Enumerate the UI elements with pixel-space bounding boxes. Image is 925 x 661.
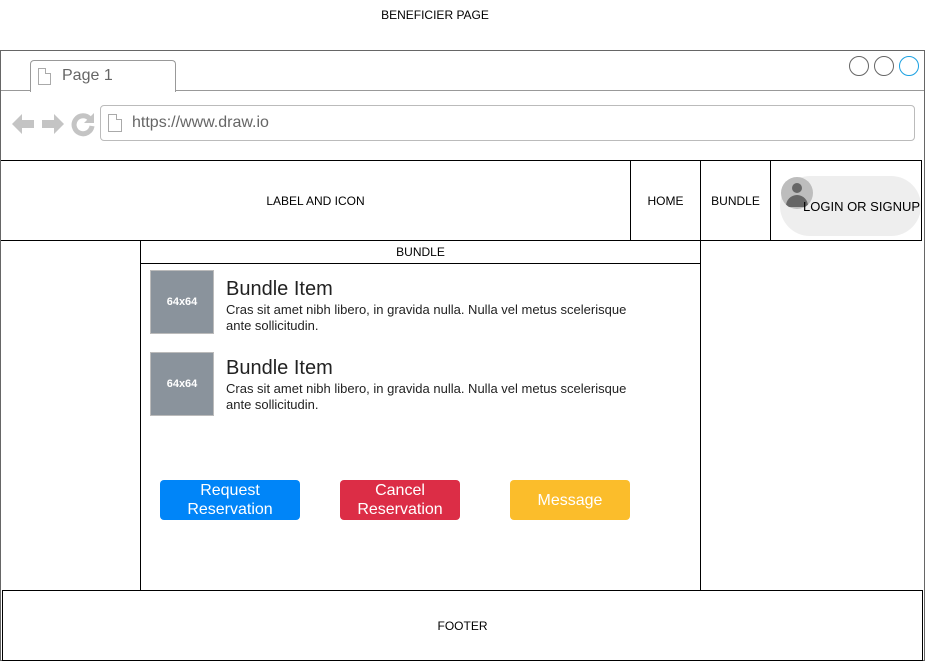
login-label: LOGIN OR SIGNUP — [803, 199, 921, 214]
close-button[interactable] — [899, 56, 919, 76]
cancel-reservation-button[interactable]: Cancel Reservation — [340, 480, 460, 520]
nav-bundle[interactable]: BUNDLE — [700, 160, 770, 241]
right-column-divider — [700, 241, 701, 591]
back-arrow-icon[interactable] — [10, 111, 36, 137]
bundle-item-title: Bundle Item — [226, 357, 333, 379]
footer: FOOTER — [2, 590, 923, 661]
bundle-item-title: Bundle Item — [226, 278, 333, 300]
page-icon — [38, 68, 51, 85]
brand-label: LABEL AND ICON — [266, 193, 365, 208]
reload-icon[interactable] — [70, 111, 96, 137]
tab-label: Page 1 — [62, 67, 113, 84]
bundle-title-divider — [140, 263, 701, 264]
message-button[interactable]: Message — [510, 480, 630, 520]
address-bar[interactable]: https://www.draw.io — [100, 105, 915, 141]
forward-arrow-icon[interactable] — [40, 111, 66, 137]
page-title: BENEFICIER PAGE — [381, 8, 489, 22]
header-border — [921, 160, 922, 241]
bundle-item-image: 64x64 — [150, 270, 214, 334]
request-reservation-button[interactable]: Request Reservation — [160, 480, 300, 520]
bundle-item-description: Cras sit amet nibh libero, in gravida nu… — [226, 302, 627, 333]
browser-tab[interactable]: Page 1 — [30, 60, 176, 92]
left-column-divider — [140, 241, 141, 591]
bundle-item-description: Cras sit amet nibh libero, in gravida nu… — [226, 381, 627, 412]
bundle-item-image: 64x64 — [150, 352, 214, 416]
browser-window — [0, 50, 925, 661]
page-icon — [108, 114, 122, 132]
maximize-button[interactable] — [874, 56, 894, 76]
minimize-button[interactable] — [849, 56, 869, 76]
avatar-head — [792, 183, 802, 193]
bundle-title: BUNDLE — [396, 245, 445, 259]
nav-home[interactable]: HOME — [630, 160, 700, 241]
url-text: https://www.draw.io — [132, 114, 269, 131]
